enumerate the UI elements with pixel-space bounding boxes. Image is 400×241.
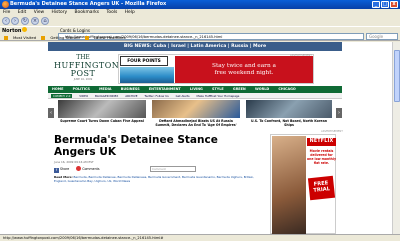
comment-input[interactable]: Comment: [150, 166, 196, 172]
read-more-links[interactable]: Bermuda, Bermuda Detainee, Bermuda Detai…: [54, 175, 254, 183]
carousel-item[interactable]: Defiant Ahmadinejad Blasts US At Russia …: [152, 100, 240, 128]
comment-icon[interactable]: [76, 166, 82, 171]
stop-icon[interactable]: ×: [31, 17, 39, 25]
logo-date: JUNE 16, 2009: [73, 78, 93, 81]
maximize-button[interactable]: □: [381, 1, 389, 8]
carousel-photo: [58, 100, 146, 118]
home-icon[interactable]: ⌂: [41, 17, 49, 25]
site-logo[interactable]: THE HUFFINGTON POST JUNE 16, 2009: [54, 54, 119, 81]
section-green[interactable]: GREEN: [233, 87, 246, 91]
comments-link[interactable]: Comments: [82, 167, 99, 171]
firefox-logo-icon: [2, 1, 9, 8]
article-headline: Bermuda's Detainee Stance Angers UK: [54, 134, 218, 158]
close-button[interactable]: x: [390, 1, 398, 8]
vertical-scrollbar[interactable]: [392, 42, 400, 234]
menu-file[interactable]: File: [3, 10, 10, 15]
carousel-photo: [152, 100, 240, 118]
carousel-next-icon[interactable]: ›: [336, 108, 342, 118]
bookmark-label: Most Visited: [13, 35, 37, 40]
subnav-homepage[interactable]: Make HuffPost Your Homepage: [197, 94, 240, 98]
section-media[interactable]: MEDIA: [99, 87, 111, 91]
menu-bar: File Edit View History Bookmarks Tools H…: [0, 9, 400, 16]
facebook-icon[interactable]: f: [54, 168, 59, 173]
scrollbar-thumb[interactable]: [394, 50, 400, 102]
logo-line-3: POST: [70, 69, 96, 78]
share-link[interactable]: Share: [60, 167, 69, 171]
subnav-blogger-index[interactable]: BLOGGER INDEX: [95, 94, 118, 98]
bookmark-icon: [41, 36, 46, 40]
subnav-alerts[interactable]: Get Alerts: [176, 94, 190, 98]
huffington-post-page: BIG NEWS: Cuba | Israel | Latin America …: [48, 42, 343, 234]
menu-help[interactable]: Help: [125, 10, 135, 15]
subnav-twitter[interactable]: Twitter: Follow Us: [144, 94, 168, 98]
article-dateline: June 16, 2009 09:16 AM EST: [54, 160, 94, 164]
bookmark-latest-headlines[interactable]: Latest Headlines: [84, 35, 126, 40]
sub-nav: COMEDY 2.0 VIDEO BLOGGER INDEX ARCHIVE T…: [48, 93, 342, 99]
menu-view[interactable]: View: [34, 10, 44, 15]
menu-history[interactable]: History: [52, 10, 68, 15]
menu-bookmarks[interactable]: Bookmarks: [75, 10, 100, 15]
ad-copy-line-1: Stay twice and earn a: [212, 63, 276, 69]
section-entertainment[interactable]: ENTERTAINMENT: [149, 87, 181, 91]
section-living[interactable]: LIVING: [190, 87, 203, 91]
window-title: Bermuda's Detainee Stance Angers UK - Mo…: [10, 1, 167, 7]
subnav-comedy[interactable]: COMEDY 2.0: [51, 94, 73, 98]
forward-icon[interactable]: ›: [11, 17, 19, 25]
netflix-ad[interactable]: ADVERTISEMENT NETFLIX Movie rentals deli…: [270, 130, 343, 234]
carousel-caption: Defiant Ahmadinejad Blasts US At Russia …: [155, 119, 237, 127]
section-home[interactable]: HOME: [52, 87, 63, 91]
ad-portrait-image: [272, 136, 306, 234]
page-viewport: BIG NEWS: Cuba | Israel | Latin America …: [0, 42, 392, 234]
bookmarks-toolbar: Most Visited Getting Started Latest Head…: [0, 34, 400, 41]
ad-tag: ADVERTISEMENT: [321, 130, 343, 133]
cards-logins-label: Cards & Logins: [60, 28, 90, 33]
carousel-item[interactable]: U.S. To Confront, Not Board, North Korea…: [246, 100, 332, 128]
minimize-button[interactable]: _: [372, 1, 380, 8]
news-carousel: ‹ Supreme Court Turns Down Cuban Five Ap…: [48, 100, 342, 128]
carousel-prev-icon[interactable]: ‹: [48, 108, 54, 118]
rss-icon: [84, 36, 89, 40]
norton-check-icon: [22, 27, 28, 32]
top-banner-ad[interactable]: ADVERTISEMENT FOUR POINTS Stay twice and…: [118, 54, 314, 84]
free-trial-badge[interactable]: FREE TRIAL: [307, 175, 336, 201]
bookmark-label: Getting Started: [50, 35, 80, 40]
ad-brand: FOUR POINTS: [120, 56, 168, 66]
section-world[interactable]: WORLD: [255, 87, 269, 91]
section-nav: HOME POLITICS MEDIA BUSINESS ENTERTAINME…: [48, 86, 342, 93]
bookmark-label: Latest Headlines: [93, 35, 126, 40]
ad-copy-line-2: free weekend night.: [214, 70, 274, 76]
navigation-toolbar: ‹ › ↻ × ⌂ http://www.huffingtonpost.com/…: [0, 16, 400, 40]
section-business[interactable]: BUSINESS: [121, 87, 140, 91]
big-news-bar[interactable]: BIG NEWS: Cuba | Israel | Latin America …: [48, 42, 342, 51]
menu-edit[interactable]: Edit: [18, 10, 27, 15]
subnav-video[interactable]: VIDEO: [79, 94, 88, 98]
bookmark-icon: [4, 36, 8, 40]
menu-tools[interactable]: Tools: [106, 10, 117, 15]
carousel-caption: U.S. To Confront, Not Board, North Korea…: [250, 119, 328, 127]
subnav-archive[interactable]: ARCHIVE: [125, 94, 137, 98]
section-style[interactable]: STYLE: [212, 87, 224, 91]
carousel-caption: Supreme Court Turns Down Cuban Five Appe…: [60, 119, 144, 123]
carousel-photo: [246, 100, 332, 118]
bookmark-getting-started[interactable]: Getting Started: [41, 35, 80, 40]
section-chicago[interactable]: CHICAGO: [278, 87, 295, 91]
logo-line-1: THE: [76, 54, 90, 61]
norton-toolbar: Norton Cards & Logins: [0, 26, 400, 34]
section-politics[interactable]: POLITICS: [73, 87, 90, 91]
netflix-copy: Movie rentals delivered for one low mont…: [307, 149, 336, 165]
status-bar: http://www.huffingtonpost.com/2009/06/16…: [0, 234, 400, 241]
carousel-item[interactable]: Supreme Court Turns Down Cuban Five Appe…: [58, 100, 146, 128]
reload-icon[interactable]: ↻: [21, 17, 29, 25]
browser-window: Bermuda's Detainee Stance Angers UK - Mo…: [0, 0, 400, 241]
title-bar: Bermuda's Detainee Stance Angers UK - Mo…: [0, 0, 400, 9]
read-more-tags: Read More: Bermuda, Bermuda Detainee, Be…: [54, 175, 264, 183]
article-tools: f Share Comments Comment: [54, 165, 254, 173]
bookmark-most-visited[interactable]: Most Visited: [4, 35, 36, 40]
ad-copy: Stay twice and earn a free weekend night…: [175, 56, 313, 83]
ad-pool-image: [120, 67, 174, 83]
back-icon[interactable]: ‹: [2, 17, 10, 25]
netflix-logo: NETFLIX: [307, 138, 336, 146]
